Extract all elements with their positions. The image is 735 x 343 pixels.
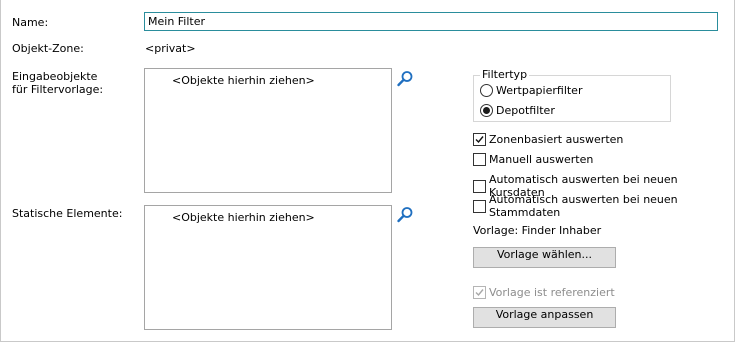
checkbox[interactable] <box>473 133 486 146</box>
checkbox-label: Automatisch auswerten bei neuen Stammdat… <box>489 193 678 219</box>
radio-button[interactable] <box>480 84 493 97</box>
static-elements-placeholder: <Objekte hierhin ziehen> <box>172 211 315 224</box>
checkbox[interactable] <box>473 153 486 166</box>
radio-depotfilter[interactable]: Depotfilter <box>480 104 555 117</box>
checkbox-auto-stamm[interactable]: Automatisch auswerten bei neuen Stammdat… <box>473 193 735 219</box>
checkmark-icon <box>475 289 484 297</box>
checkbox-label: Manuell auswerten <box>489 153 594 166</box>
checkbox-zonenbasiert[interactable]: Zonenbasiert auswerten <box>473 133 623 146</box>
magnifier-icon[interactable] <box>396 206 414 224</box>
name-input[interactable] <box>144 12 718 31</box>
input-objects-dropzone[interactable]: <Objekte hierhin ziehen> <box>144 68 392 193</box>
checkbox[interactable] <box>473 199 486 213</box>
checkbox[interactable] <box>473 179 486 193</box>
adjust-template-button[interactable]: Vorlage anpassen <box>473 307 616 328</box>
radio-button[interactable] <box>480 104 493 117</box>
static-elements-dropzone[interactable]: <Objekte hierhin ziehen> <box>144 205 392 330</box>
checkbox <box>473 286 486 299</box>
magnifier-icon[interactable] <box>396 70 414 88</box>
filtertyp-legend: Filtertyp <box>480 68 530 81</box>
vorlage-label: Vorlage: Finder Inhaber <box>473 224 602 237</box>
input-objects-label-line2: für Filtervorlage: <box>12 83 104 96</box>
choose-template-button[interactable]: Vorlage wählen... <box>473 247 616 268</box>
checkbox-label: Zonenbasiert auswerten <box>489 133 624 146</box>
zone-value: <privat> <box>145 42 196 55</box>
checkbox-vorlage-referenziert: Vorlage ist referenziert <box>473 286 615 299</box>
static-elements-label: Statische Elemente: <box>12 207 123 220</box>
zone-label: Objekt-Zone: <box>12 42 84 55</box>
checkmark-icon <box>475 136 484 144</box>
radio-label: Wertpapierfilter <box>496 84 583 97</box>
checkbox-label: Vorlage ist referenziert <box>489 286 615 299</box>
checkbox-manuell[interactable]: Manuell auswerten <box>473 153 593 166</box>
radio-wertpapierfilter[interactable]: Wertpapierfilter <box>480 84 582 97</box>
input-objects-placeholder: <Objekte hierhin ziehen> <box>172 74 315 87</box>
radio-label: Depotfilter <box>496 104 555 117</box>
name-label: Name: <box>12 16 49 29</box>
input-objects-label-line1: Eingabeobjekte <box>12 70 98 83</box>
